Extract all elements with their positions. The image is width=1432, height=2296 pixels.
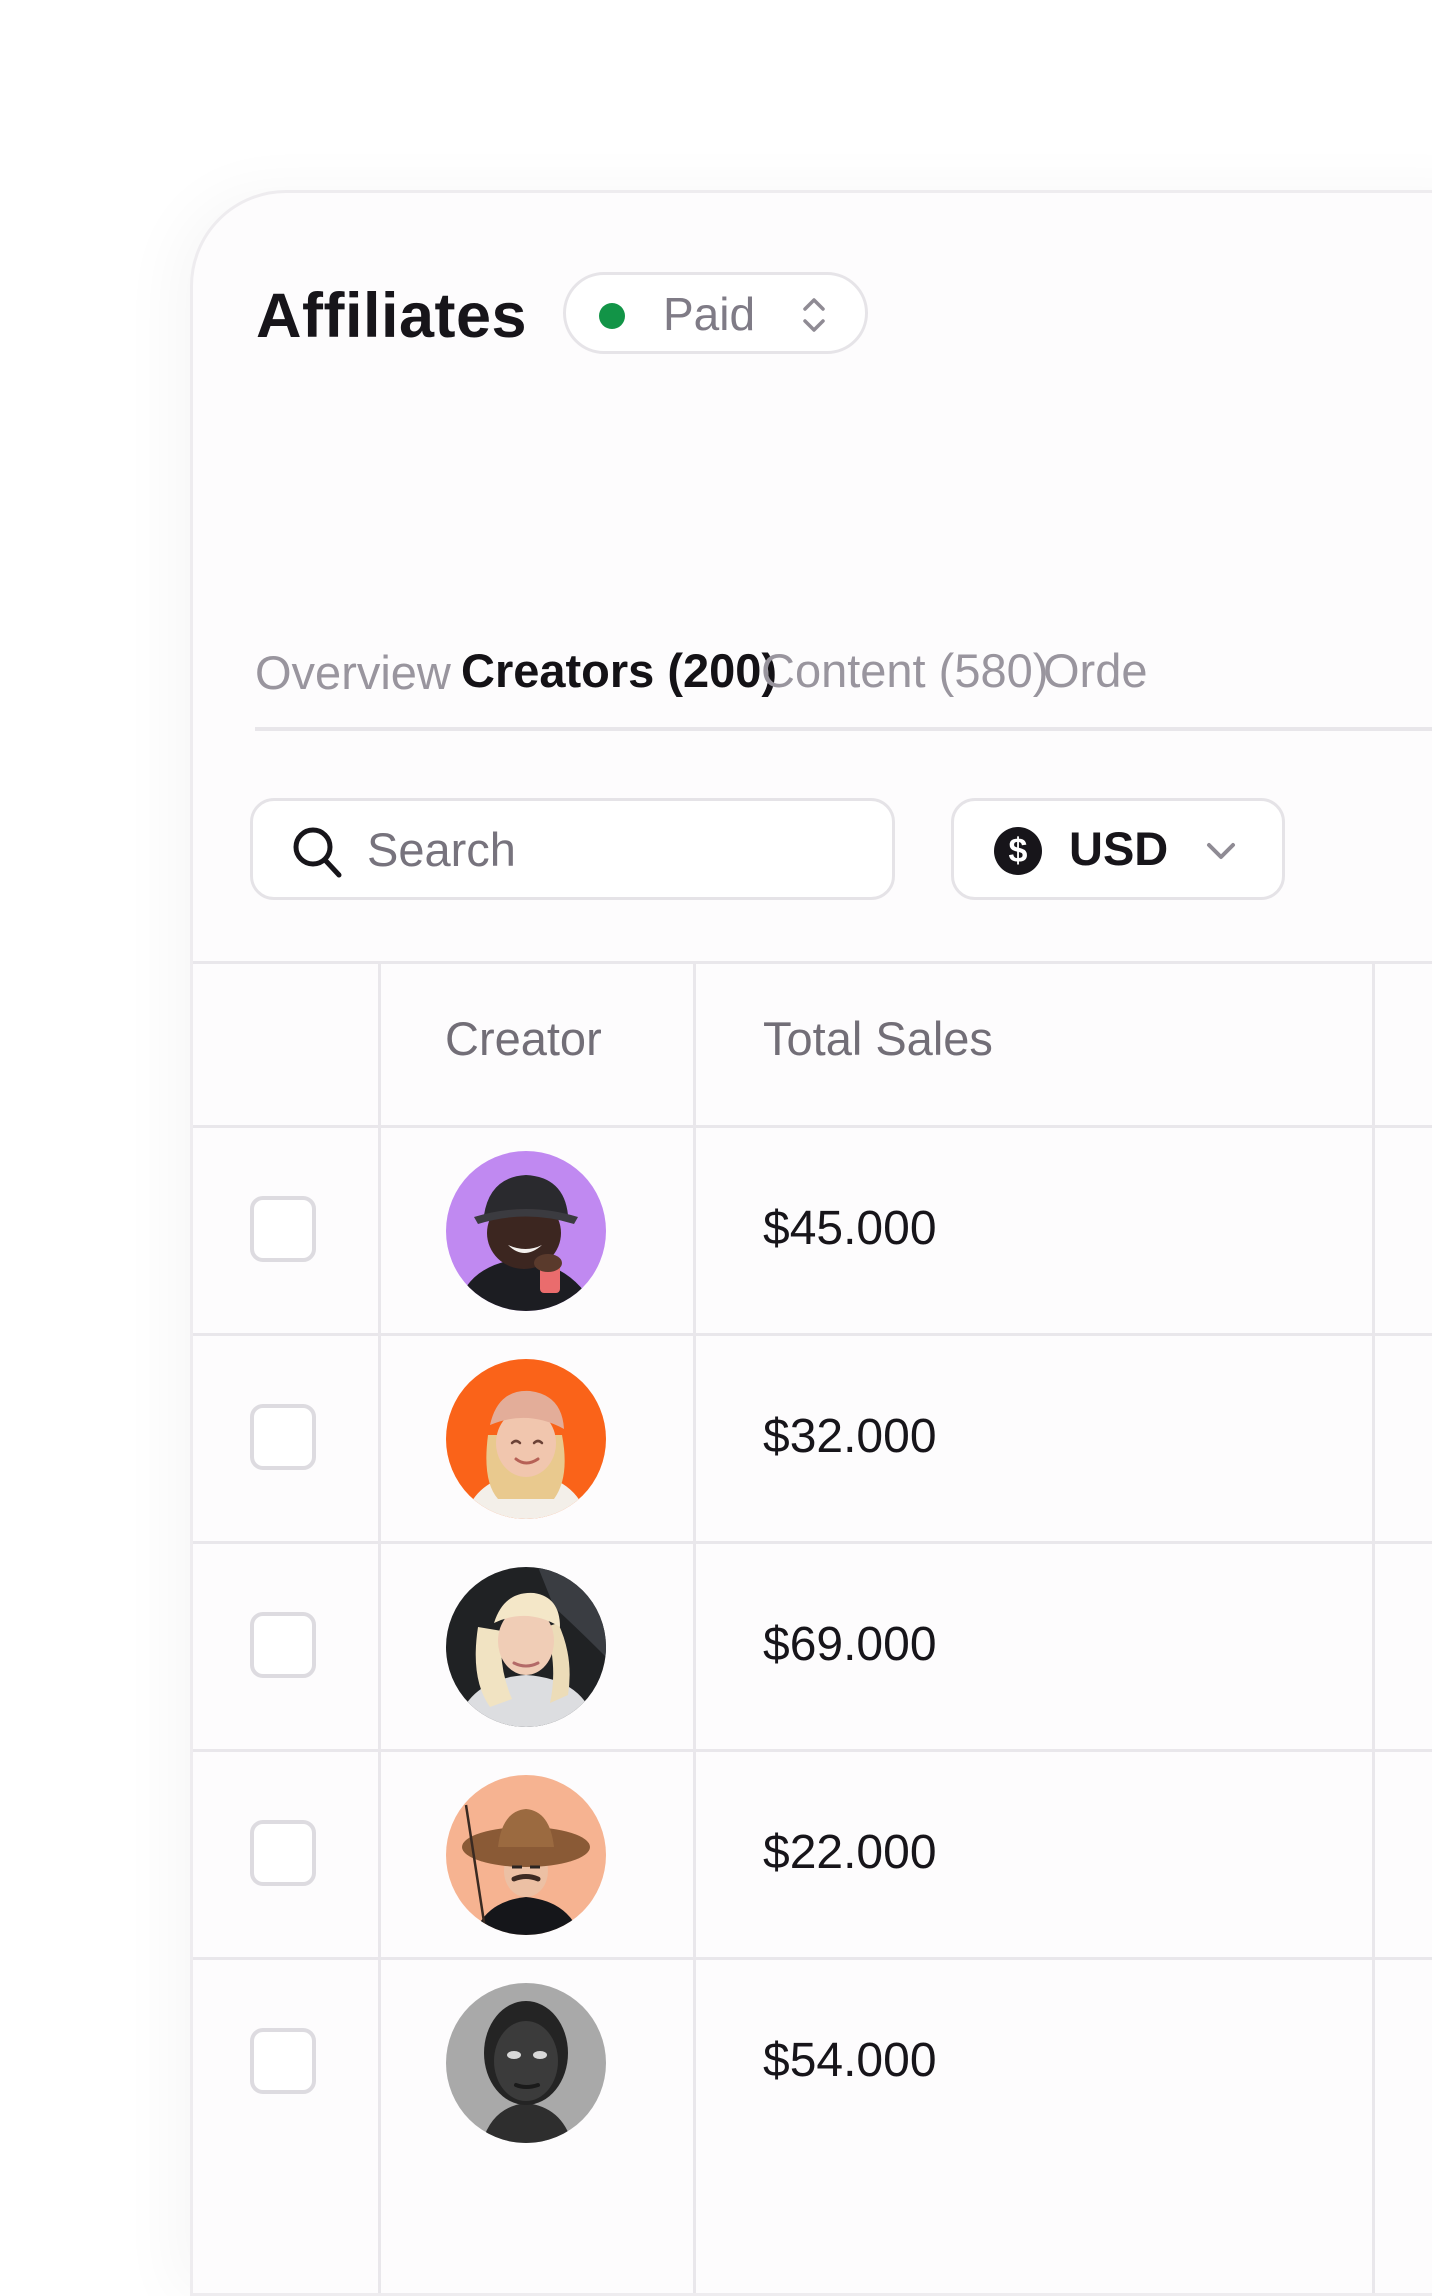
page-title: Affiliates [256, 281, 528, 351]
tab-orders[interactable]: Orde [1043, 643, 1148, 699]
creator-avatar [446, 1983, 606, 2143]
row-checkbox[interactable] [250, 1196, 316, 1262]
dollar-icon: $ [994, 827, 1042, 875]
total-sales-value: $69.000 [763, 1618, 937, 1671]
tab-overview[interactable]: Overview [255, 645, 451, 701]
status-filter-select[interactable]: Paid [563, 272, 868, 354]
row-checkbox[interactable] [250, 2028, 316, 2094]
creator-avatar [446, 1359, 606, 1519]
row-checkbox[interactable] [250, 1820, 316, 1886]
column-header-creator[interactable]: Creator [445, 1011, 602, 1067]
column-divider [693, 961, 696, 2293]
chevron-down-icon [1207, 843, 1235, 859]
status-label: Paid [663, 288, 756, 340]
total-sales-value: $45.000 [763, 1202, 937, 1255]
search-input[interactable] [367, 815, 867, 883]
creator-avatar [446, 1151, 606, 1311]
row-checkbox[interactable] [250, 1404, 316, 1470]
total-sales-value: $22.000 [763, 1826, 937, 1879]
affiliates-panel: Affiliates Paid Overview Creators (200) … [190, 190, 1432, 2296]
row-checkbox[interactable] [250, 1612, 316, 1678]
creator-avatar [446, 1775, 606, 1935]
currency-label: USD [1069, 822, 1169, 875]
tab-bar: Overview Creators (200) Content (580) Or… [255, 613, 1432, 731]
search-box[interactable] [250, 798, 895, 900]
total-sales-value: $32.000 [763, 1410, 937, 1463]
column-divider [378, 961, 381, 2293]
tab-content[interactable]: Content (580) [761, 643, 1048, 699]
column-header-total-sales[interactable]: Total Sales [763, 1011, 993, 1067]
currency-select[interactable]: $ USD [951, 798, 1285, 900]
status-dot-icon [599, 303, 625, 329]
creator-avatar [446, 1567, 606, 1727]
column-divider [1372, 961, 1375, 2293]
search-icon [293, 827, 342, 878]
chevron-up-down-icon [803, 298, 825, 332]
total-sales-value: $54.000 [763, 2034, 937, 2087]
tab-creators[interactable]: Creators (200) [461, 643, 777, 699]
